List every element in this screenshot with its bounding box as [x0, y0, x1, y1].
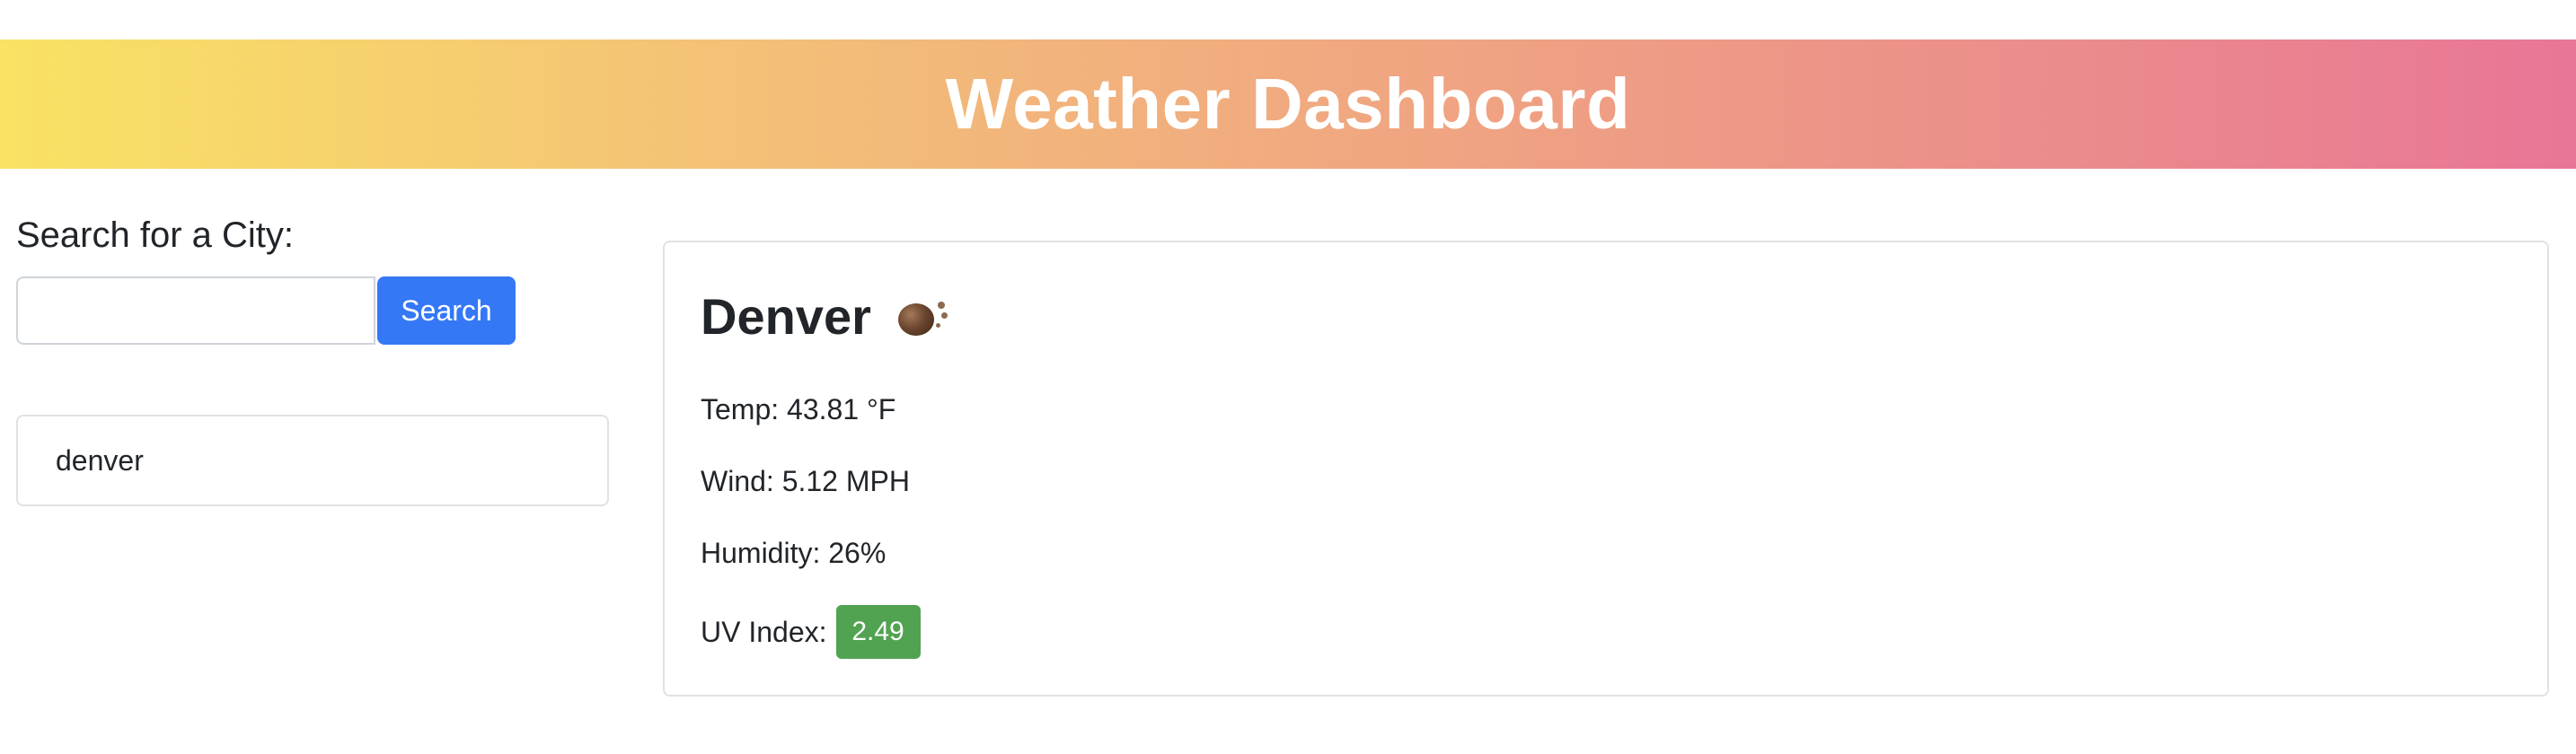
humidity-text: Humidity: 26% — [701, 537, 887, 569]
city-name: Denver — [701, 288, 871, 345]
current-weather-card: Denver Temp: 43.81 °F Wind: 5.12 MPH Hum… — [663, 241, 2549, 697]
weather-condition-icon — [895, 294, 948, 339]
wind-text: Wind: 5.12 MPH — [701, 465, 910, 497]
uv-index-row: UV Index: 2.49 — [701, 605, 921, 659]
uv-index-label: UV Index: — [701, 615, 827, 648]
city-heading: Denver — [701, 287, 948, 346]
history-item-denver[interactable]: denver — [16, 415, 609, 506]
uv-index-badge: 2.49 — [835, 605, 921, 659]
page-title: Weather Dashboard — [945, 64, 1631, 144]
search-label: Search for a City: — [16, 215, 295, 255]
city-search-input[interactable] — [16, 276, 375, 345]
page-header: Weather Dashboard — [0, 39, 2576, 169]
temperature-text: Temp: 43.81 °F — [701, 393, 896, 425]
search-button[interactable]: Search — [377, 276, 516, 345]
